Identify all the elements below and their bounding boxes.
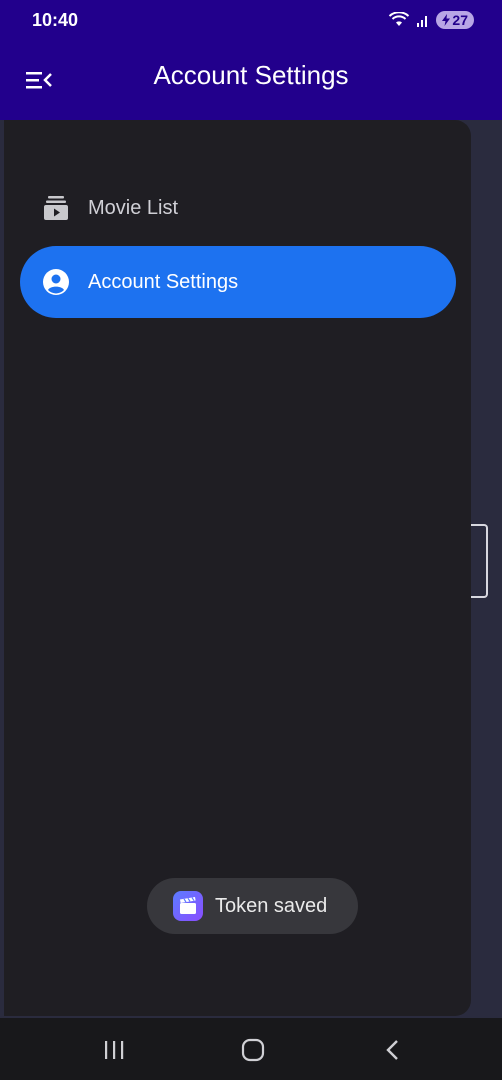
movie-list-icon xyxy=(42,194,70,222)
drawer-item-label: Account Settings xyxy=(88,270,239,293)
signal-icon xyxy=(417,16,428,27)
account-circle-icon xyxy=(42,268,70,296)
back-button[interactable] xyxy=(379,1038,407,1062)
battery-charging-icon xyxy=(442,14,451,26)
drawer-item-label: Movie List xyxy=(88,196,179,219)
app-bar: Account Settings xyxy=(0,40,502,120)
system-navigation-bar xyxy=(0,1018,502,1080)
app-clapperboard-icon xyxy=(173,891,203,921)
toast-message: Token saved xyxy=(215,894,328,917)
battery-indicator: 27 xyxy=(436,11,474,29)
recents-icon xyxy=(105,1041,124,1059)
toast: Token saved xyxy=(147,878,358,934)
home-button[interactable] xyxy=(239,1038,267,1062)
drawer-item-account-settings[interactable]: Account Settings xyxy=(20,246,456,318)
wifi-icon xyxy=(389,12,410,26)
back-icon xyxy=(386,1040,398,1060)
drawer-item-movie-list[interactable]: Movie List xyxy=(20,172,456,244)
status-bar: 10:40 27 xyxy=(0,0,502,40)
content-card-edge xyxy=(470,524,488,598)
status-time: 10:40 xyxy=(32,10,79,30)
page-title: Account Settings xyxy=(153,60,349,90)
status-icons: 27 xyxy=(388,10,474,30)
recents-button[interactable] xyxy=(100,1038,128,1062)
battery-level: 27 xyxy=(452,12,468,28)
home-icon xyxy=(241,1038,265,1062)
